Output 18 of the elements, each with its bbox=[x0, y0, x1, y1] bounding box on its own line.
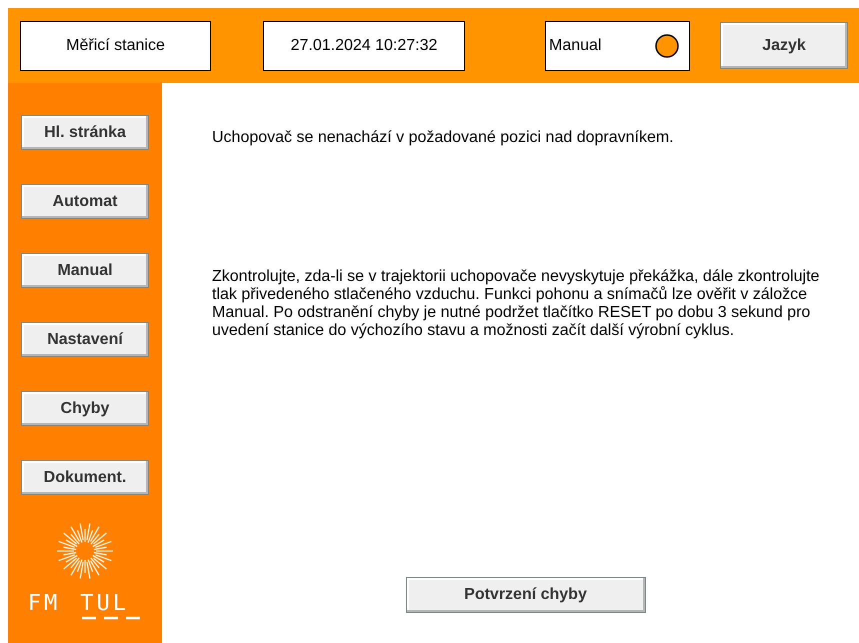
nav-button[interactable]: Automat bbox=[21, 184, 149, 219]
language-button[interactable]: Jazyk bbox=[720, 22, 848, 69]
logo-text: TUL bbox=[80, 591, 129, 616]
nav-button[interactable]: Manual bbox=[21, 253, 149, 288]
nav-button[interactable]: Nastavení bbox=[21, 322, 149, 357]
status-lamp-icon bbox=[655, 34, 679, 58]
mode-label: Manual bbox=[549, 36, 602, 54]
nav-button[interactable]: Dokument. bbox=[21, 460, 149, 495]
error-instructions: Zkontrolujte, zda-li se v trajektorii uchopovače nevyskytuje překážka, dále zkontrolujte tlak přivedeného stlačeného vzduchu. Funkci pohonu a snímačů lze ověřit v záložce Manual. Po odstranění chyby je nutné podržet tlačítko RESET po dobu 3 sekund pro uvedení stanice do výchozího stavu a možnosti začít další výrobní cyklus. bbox=[212, 268, 820, 340]
nav-button[interactable]: Chyby bbox=[21, 391, 149, 426]
station-name-display: Měřicí stanice bbox=[20, 20, 211, 70]
nav-button[interactable]: Hl. stránka bbox=[21, 115, 149, 150]
datetime-display: 27.01.2024 10:27:32 bbox=[263, 20, 465, 70]
sun-logo-icon bbox=[55, 521, 115, 581]
error-message: Uchopovač se nenachází v požadované pozici nad dopravníkem. bbox=[212, 129, 675, 147]
confirm-error-button[interactable]: Potvrzení chyby bbox=[406, 577, 646, 613]
underline-marks-icon bbox=[80, 616, 142, 620]
logo-text: FM bbox=[28, 591, 60, 618]
